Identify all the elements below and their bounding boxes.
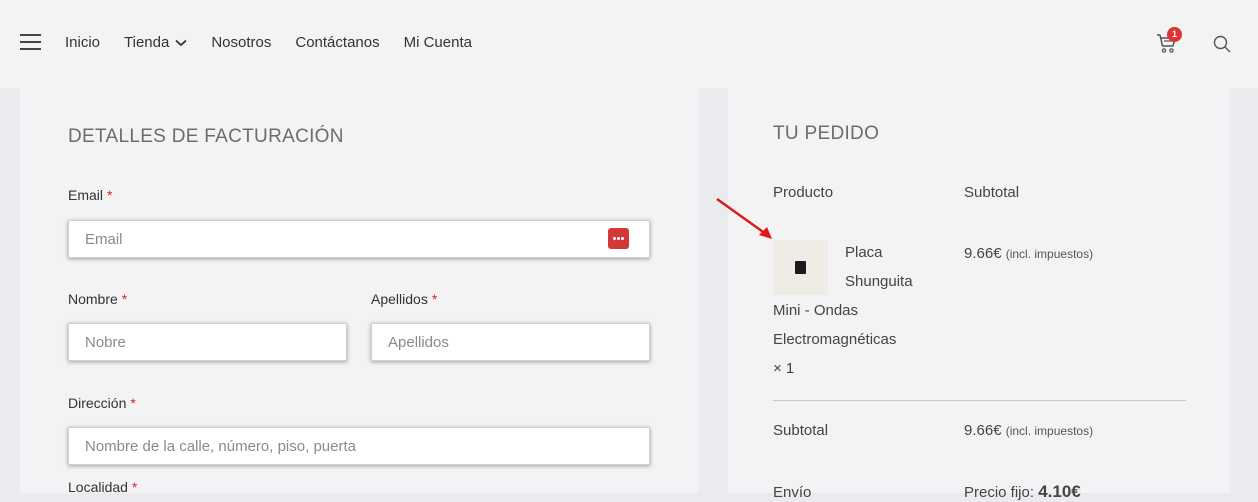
product-name-line: Mini - Ondas [773, 302, 859, 319]
nav-label: Mi Cuenta [403, 34, 472, 51]
chevron-down-icon [175, 39, 187, 46]
nav-item-inicio[interactable]: Inicio [65, 34, 100, 51]
nav-label: Nosotros [211, 34, 272, 51]
product-thumbnail [773, 240, 828, 295]
main-nav: Inicio Tienda Nosotros Contáctanos Mi Cu… [65, 34, 496, 51]
order-divider [773, 400, 1186, 401]
subtotal-label: Subtotal [773, 422, 829, 439]
nav-label: Tienda [124, 34, 170, 51]
address-label-text: Dirección [68, 395, 127, 411]
cart-count-badge[interactable]: 1 [1167, 27, 1182, 42]
item-price: 9.66€ (incl. impuestos) [964, 245, 1093, 262]
last-name-label-text: Apellidos [371, 291, 428, 307]
email-input[interactable] [68, 220, 650, 258]
address-label: Dirección * [68, 395, 136, 411]
nav-label: Contáctanos [295, 34, 380, 51]
shipping-price: Precio fijo: 4.10€ [964, 482, 1081, 502]
last-name-label: Apellidos * [371, 291, 437, 307]
product-name-line: Placa [845, 244, 883, 261]
nav-item-nosotros[interactable]: Nosotros [211, 34, 271, 51]
last-name-input[interactable] [371, 323, 650, 361]
subtotal-tax-note: (incl. impuestos) [1005, 424, 1094, 438]
site-header: Inicio Tienda Nosotros Contáctanos Mi Cu… [0, 0, 1258, 88]
nav-label: Inicio [65, 34, 101, 51]
required-mark: * [431, 291, 438, 307]
billing-title: DETALLES DE FACTURACIÓN [68, 126, 344, 147]
first-name-label: Nombre * [68, 291, 127, 307]
product-quantity: × 1 [773, 360, 795, 377]
required-mark: * [107, 187, 113, 203]
email-label-text: Email [68, 187, 104, 203]
product-name-line: Shunguita [845, 273, 913, 290]
hamburger-icon[interactable] [20, 34, 41, 50]
shipping-price-value: 4.10€ [1038, 482, 1081, 501]
password-manager-icon[interactable] [608, 228, 629, 249]
col-product-header: Producto [773, 184, 834, 201]
required-mark: * [130, 395, 136, 411]
order-title: TU PEDIDO [773, 123, 880, 144]
subtotal-price-value: 9.66€ [964, 422, 1002, 439]
search-icon[interactable] [1212, 34, 1232, 54]
address-input[interactable] [68, 427, 650, 465]
product-name-line: Electromagnéticas [773, 331, 897, 348]
item-tax-note: (incl. impuestos) [1005, 247, 1094, 261]
item-price-value: 9.66€ [964, 245, 1002, 262]
nav-item-mi-cuenta[interactable]: Mi Cuenta [404, 34, 472, 51]
col-subtotal-header: Subtotal [964, 184, 1020, 201]
email-label: Email * [68, 187, 112, 203]
first-name-label-text: Nombre [68, 291, 118, 307]
first-name-input[interactable] [68, 323, 347, 361]
nav-item-tienda[interactable]: Tienda [124, 34, 187, 51]
required-mark: * [121, 291, 128, 307]
subtotal-price: 9.66€ (incl. impuestos) [964, 422, 1093, 439]
nav-item-contactanos[interactable]: Contáctanos [295, 34, 379, 51]
